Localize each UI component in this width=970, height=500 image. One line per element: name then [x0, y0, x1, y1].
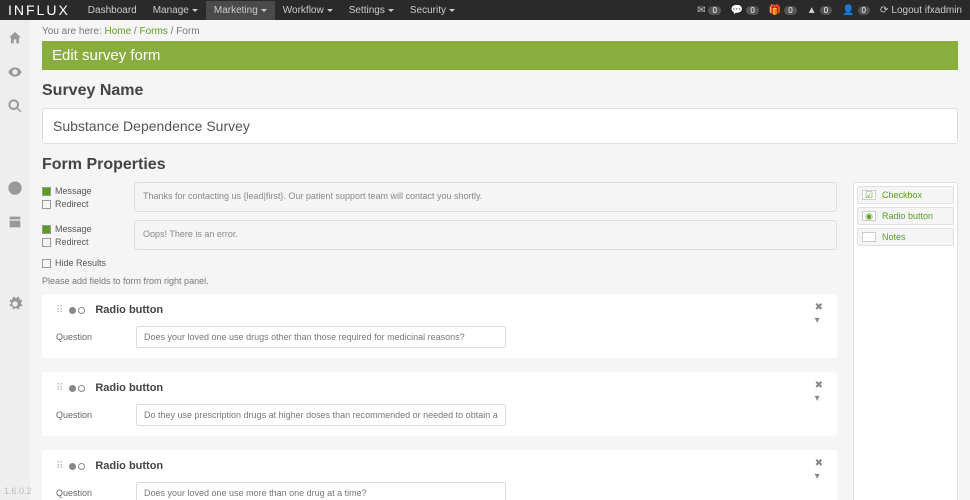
caret-icon [327, 9, 333, 12]
chart-icon[interactable] [7, 180, 23, 196]
logout-button[interactable]: ⟳ Logout ifxadmin [880, 5, 962, 16]
caret-icon [449, 9, 455, 12]
calendar-icon[interactable] [7, 214, 23, 230]
hint-text: Please add fields to form from right pan… [42, 276, 837, 286]
radio-icon [69, 463, 85, 470]
mail-icon[interactable]: ✉0 [697, 5, 721, 16]
radio-icon [69, 385, 85, 392]
home-icon[interactable] [7, 30, 23, 46]
drag-icon[interactable]: ⠿ [56, 461, 63, 472]
bc-current: Form [176, 26, 199, 37]
radio-icon [69, 307, 85, 314]
field-type-label: Radio button [95, 460, 163, 472]
caret-icon [192, 9, 198, 12]
field-card: ⠿ Radio button ✖ ▾ Question [42, 294, 837, 358]
bc-forms[interactable]: Forms [140, 26, 168, 37]
success-msg-input[interactable]: Thanks for contacting us {lead|first}. O… [134, 182, 837, 212]
msg1-message-check[interactable]: Message [42, 186, 122, 196]
breadcrumb: You are here: Home / Forms / Form [42, 26, 958, 37]
chevron-down-icon[interactable]: ▾ [815, 315, 823, 326]
question-label: Question [56, 410, 116, 420]
msg2-message-check[interactable]: Message [42, 224, 122, 234]
radio-icon: ◉ [862, 211, 876, 221]
main-content: You are here: Home / Forms / Form Edit s… [30, 20, 970, 500]
chevron-down-icon[interactable]: ▾ [815, 393, 823, 404]
nav-marketing[interactable]: Marketing [206, 1, 275, 20]
delete-icon[interactable]: ✖ [815, 302, 823, 313]
field-type-label: Radio button [95, 304, 163, 316]
page-title: Edit survey form [42, 41, 958, 70]
form-props-heading: Form Properties [42, 156, 958, 174]
nav-settings[interactable]: Settings [341, 1, 402, 20]
msg1-redirect-check[interactable]: Redirect [42, 199, 122, 209]
chat-icon[interactable]: 💬0 [731, 5, 759, 16]
gift-icon[interactable]: 🎁0 [769, 5, 797, 16]
siderail: 1.6.0.2 [0, 20, 30, 500]
nav-workflow[interactable]: Workflow [275, 1, 341, 20]
brand-logo: INFLUX [8, 2, 70, 18]
palette-checkbox[interactable]: ☑Checkbox [857, 186, 954, 204]
field-card: ⠿ Radio button ✖ ▾ Question [42, 372, 837, 436]
nav-manage[interactable]: Manage [145, 1, 206, 20]
user-count-icon[interactable]: 👤0 [842, 5, 870, 16]
question-label: Question [56, 332, 116, 342]
gear-icon[interactable] [7, 296, 23, 312]
palette-notes[interactable]: Notes [857, 228, 954, 246]
question-input[interactable] [136, 404, 506, 426]
delete-icon[interactable]: ✖ [815, 380, 823, 391]
survey-name-input[interactable] [42, 108, 958, 144]
field-card: ⠿ Radio button ✖ ▾ Question [42, 450, 837, 500]
caret-icon [388, 9, 394, 12]
search-icon[interactable] [7, 98, 23, 114]
question-input[interactable] [136, 482, 506, 500]
palette-radio[interactable]: ◉Radio button [857, 207, 954, 225]
bc-home[interactable]: Home [104, 26, 131, 37]
msg2-redirect-check[interactable]: Redirect [42, 237, 122, 247]
chevron-down-icon[interactable]: ▾ [815, 471, 823, 482]
drag-icon[interactable]: ⠿ [56, 305, 63, 316]
nav-security[interactable]: Security [402, 1, 463, 20]
topbar: INFLUX Dashboard Manage Marketing Workfl… [0, 0, 970, 20]
delete-icon[interactable]: ✖ [815, 458, 823, 469]
survey-name-heading: Survey Name [42, 82, 958, 100]
error-msg-input[interactable]: Oops! There is an error. [134, 220, 837, 250]
eye-icon[interactable] [7, 64, 23, 80]
field-palette: ☑Checkbox ◉Radio button Notes [853, 182, 958, 500]
checkbox-icon: ☑ [862, 190, 876, 200]
drag-icon[interactable]: ⠿ [56, 383, 63, 394]
question-label: Question [56, 488, 116, 498]
version-label: 1.6.0.2 [4, 486, 32, 496]
hide-results-check[interactable]: Hide Results [42, 258, 837, 268]
field-type-label: Radio button [95, 382, 163, 394]
alert-icon[interactable]: ▲0 [807, 5, 832, 16]
notes-icon [862, 232, 876, 242]
caret-icon [261, 9, 267, 12]
question-input[interactable] [136, 326, 506, 348]
nav-dashboard[interactable]: Dashboard [80, 1, 145, 20]
